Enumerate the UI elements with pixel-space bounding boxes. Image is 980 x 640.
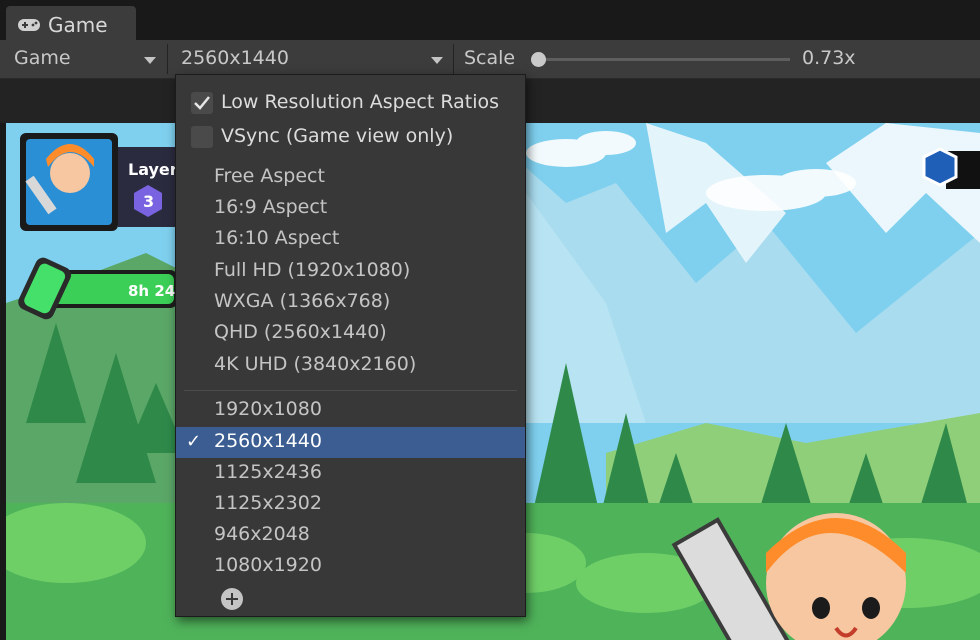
menu-item-custom[interactable]: 946x2048 [176,520,525,551]
scale-label: Scale [464,47,516,69]
scale-slider-handle[interactable] [531,52,546,67]
add-resolution-plus-icon[interactable] [221,588,243,610]
checkbox[interactable] [191,126,213,148]
menu-item-label: QHD (2560x1440) [214,321,387,343]
menu-item-custom[interactable]: 1080x1920 [176,551,525,582]
menu-item-label: 946x2048 [214,523,310,545]
display-dropdown[interactable]: Game [14,47,71,69]
menu-item-label: 1125x2302 [214,492,322,514]
menu-toggle-low-resolution[interactable]: Low Resolution Aspect Ratios [176,88,525,119]
menu-toggle-vsync[interactable]: VSync (Game view only) [176,122,525,153]
menu-item-label: 16:10 Aspect [214,227,340,249]
menu-item-label: Free Aspect [214,165,325,187]
menu-item-full-hd[interactable]: Full HD (1920x1080) [176,256,525,287]
checkbox[interactable] [191,92,213,114]
menu-item-label: 4K UHD (3840x2160) [214,353,417,375]
menu-item-custom[interactable]: 1125x2436 [176,458,525,489]
toolbar-divider [167,44,168,74]
menu-item-label: 1920x1080 [214,398,322,420]
menu-item-custom[interactable]: 1125x2302 [176,489,525,520]
menu-item-label: 1080x1920 [214,554,322,576]
level-number: 3 [143,192,154,211]
checkmark-icon [194,96,210,110]
menu-item-free-aspect[interactable]: Free Aspect [176,162,525,193]
menu-item-16-9[interactable]: 16:9 Aspect [176,193,525,224]
menu-item-custom[interactable]: 1920x1080 [176,395,525,426]
scale-slider-track[interactable] [534,58,790,61]
scale-value: 0.73x [802,47,856,69]
menu-divider [184,390,517,391]
gamepad-icon [18,19,40,31]
level-label: Layer [128,160,178,179]
resolution-dropdown-chevron-down-icon[interactable] [431,57,443,64]
menu-item-label: 16:9 Aspect [214,196,328,218]
tab-game-label: Game [48,13,108,37]
menu-item-label: Full HD (1920x1080) [214,259,411,281]
menu-item-4k-uhd[interactable]: 4K UHD (3840x2160) [176,350,525,381]
menu-toggle-label: Low Resolution Aspect Ratios [221,91,500,113]
tab-bar: Game [0,0,980,40]
menu-item-custom-selected[interactable]: ✓ 2560x1440 [176,427,525,458]
menu-toggle-label: VSync (Game view only) [221,125,454,147]
menu-item-16-10[interactable]: 16:10 Aspect [176,224,525,255]
display-dropdown-chevron-down-icon[interactable] [144,57,156,64]
menu-item-label: WXGA (1366x768) [214,290,391,312]
selected-check-icon: ✓ [186,431,202,452]
resolution-dropdown-menu: Low Resolution Aspect Ratios VSync (Game… [175,74,526,617]
gem-icon [922,147,958,187]
tab-game[interactable]: Game [6,6,136,40]
menu-item-label: 2560x1440 [214,430,322,452]
resolution-dropdown[interactable]: 2560x1440 [181,47,289,69]
energy-timer: 8h 24 [128,282,175,300]
toolbar-divider [453,44,454,74]
menu-item-qhd[interactable]: QHD (2560x1440) [176,318,525,349]
menu-item-wxga[interactable]: WXGA (1366x768) [176,287,525,318]
menu-item-label: 1125x2436 [214,461,322,483]
